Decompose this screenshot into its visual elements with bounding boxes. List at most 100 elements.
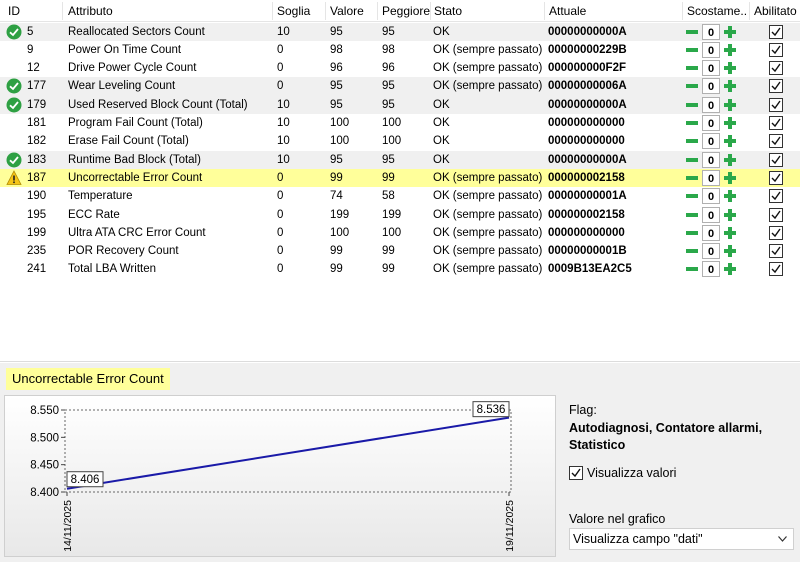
table-row[interactable]: 235 POR Recovery Count 0 99 99 OK (sempre pas… [0, 242, 800, 260]
table-row[interactable]: 199 Ultra ATA CRC Error Count 0 100 100 OK (s… [0, 224, 800, 242]
table-row[interactable]: 5 Reallocated Sectors Count 10 95 95 OK 000000… [0, 22, 800, 41]
enabled-checkbox[interactable] [769, 262, 783, 277]
minus-icon[interactable] [684, 243, 700, 259]
column-header-value[interactable]: Valore [328, 0, 376, 22]
enabled-checkbox[interactable] [769, 170, 783, 185]
plus-icon[interactable] [722, 24, 738, 40]
plus-icon[interactable] [722, 243, 738, 259]
offset-stepper: 0 [684, 41, 738, 58]
plus-icon[interactable] [722, 78, 738, 94]
checkbox-box[interactable] [569, 466, 583, 480]
minus-icon[interactable] [684, 60, 700, 76]
column-header-id[interactable]: ID [6, 0, 56, 22]
column-header-offset[interactable]: Scostame... [685, 0, 747, 22]
offset-value[interactable]: 0 [702, 243, 720, 260]
column-header-worst[interactable]: Peggiore [380, 0, 430, 22]
table-row[interactable]: 190 Temperature 0 74 58 OK (sempre passato) 00… [0, 187, 800, 205]
table-row[interactable]: 183 Runtime Bad Block (Total) 10 95 95 OK 0000… [0, 150, 800, 169]
minus-icon[interactable] [684, 207, 700, 223]
cell-status: OK (sempre passato) [433, 62, 543, 75]
cell-id: 187 [27, 171, 47, 184]
column-header-attribute[interactable]: Attributo [66, 0, 266, 22]
enabled-checkbox[interactable] [769, 116, 783, 130]
enabled-checkbox[interactable] [769, 207, 783, 222]
offset-value[interactable]: 0 [702, 60, 720, 77]
cell-threshold: 10 [277, 98, 290, 111]
cell-attribute: ECC Rate [68, 208, 120, 221]
cell-threshold: 0 [277, 171, 284, 184]
plus-icon[interactable] [722, 170, 738, 186]
enabled-checkbox[interactable] [769, 42, 783, 57]
offset-value[interactable]: 0 [702, 169, 720, 186]
enabled-checkbox[interactable] [769, 61, 783, 76]
cell-current: 00000000229B [548, 43, 627, 56]
offset-stepper: 0 [684, 133, 738, 150]
enabled-checkbox[interactable] [769, 24, 783, 39]
offset-value[interactable]: 0 [702, 78, 720, 95]
minus-icon[interactable] [684, 152, 700, 168]
minus-icon[interactable] [684, 188, 700, 204]
table-row[interactable]: 179 Used Reserved Block Count (Total) 10 95… [0, 95, 800, 114]
column-header-current[interactable]: Attuale [547, 0, 677, 22]
table-row[interactable]: 181 Program Fail Count (Total) 10 100 100 OK 0… [0, 114, 800, 132]
table-row[interactable]: 12 Drive Power Cycle Count 0 96 96 OK (sempre… [0, 59, 800, 77]
plus-icon[interactable] [722, 115, 738, 131]
offset-value[interactable]: 0 [702, 23, 720, 40]
plus-icon[interactable] [722, 97, 738, 113]
checkmark-icon [771, 264, 781, 274]
plus-icon[interactable] [722, 152, 738, 168]
column-header-threshold[interactable]: Soglia [275, 0, 323, 22]
plus-icon[interactable] [722, 225, 738, 241]
offset-value[interactable]: 0 [702, 261, 720, 278]
minus-icon[interactable] [684, 42, 700, 58]
minus-icon[interactable] [684, 115, 700, 131]
y-tick-label: 8.500 [30, 432, 59, 444]
cell-current: 000000000000 [548, 226, 625, 239]
minus-icon[interactable] [684, 24, 700, 40]
enabled-checkbox[interactable] [769, 189, 783, 204]
offset-value[interactable]: 0 [702, 41, 720, 58]
offset-value[interactable]: 0 [702, 188, 720, 205]
offset-value[interactable]: 0 [702, 206, 720, 223]
table-row[interactable]: 187 Uncorrectable Error Count 0 99 99 OK (sem… [0, 168, 800, 188]
minus-icon[interactable] [684, 78, 700, 94]
offset-value[interactable]: 0 [702, 115, 720, 131]
cell-threshold: 0 [277, 62, 284, 75]
offset-stepper: 0 [684, 261, 738, 278]
offset-value[interactable]: 0 [702, 151, 720, 168]
offset-value[interactable]: 0 [702, 96, 720, 113]
plus-icon[interactable] [722, 188, 738, 204]
check-circle-icon [6, 78, 22, 94]
enabled-checkbox[interactable] [769, 225, 783, 240]
enabled-checkbox[interactable] [769, 97, 783, 112]
offset-value[interactable]: 0 [702, 224, 720, 241]
table-row[interactable]: 241 Total LBA Written 0 99 99 OK (sempre pass… [0, 260, 800, 278]
offset-stepper: 0 [684, 96, 738, 113]
minus-icon[interactable] [684, 261, 700, 277]
table-row[interactable]: 182 Erase Fail Count (Total) 10 100 100 OK 000… [0, 132, 800, 150]
plus-icon[interactable] [722, 42, 738, 58]
minus-icon[interactable] [684, 133, 700, 149]
minus-icon[interactable] [684, 225, 700, 241]
cell-attribute: Program Fail Count (Total) [68, 117, 203, 129]
cell-attribute: Wear Leveling Count [68, 80, 176, 93]
plus-icon[interactable] [722, 207, 738, 223]
plus-icon[interactable] [722, 133, 738, 149]
minus-icon[interactable] [684, 97, 700, 113]
enabled-checkbox[interactable] [769, 79, 783, 94]
enabled-checkbox[interactable] [769, 134, 783, 149]
enabled-checkbox[interactable] [769, 244, 783, 259]
column-header-enabled[interactable]: Abilitato [752, 0, 800, 22]
plus-icon[interactable] [722, 60, 738, 76]
cell-value: 99 [330, 171, 343, 184]
offset-value[interactable]: 0 [702, 133, 720, 150]
table-row[interactable]: 9 Power On Time Count 0 98 98 OK (sempre pass… [0, 41, 800, 59]
column-header-status[interactable]: Stato [432, 0, 540, 22]
table-row[interactable]: 195 ECC Rate 0 199 199 OK (sempre passato) 000… [0, 206, 800, 224]
plus-icon[interactable] [722, 261, 738, 277]
graph-value-select[interactable]: Visualizza campo "dati" [569, 528, 794, 550]
minus-icon[interactable] [684, 170, 700, 186]
cell-id: 183 [27, 153, 47, 166]
enabled-checkbox[interactable] [769, 152, 783, 167]
table-row[interactable]: 177 Wear Leveling Count 0 95 95 OK (sempre pa… [0, 77, 800, 96]
